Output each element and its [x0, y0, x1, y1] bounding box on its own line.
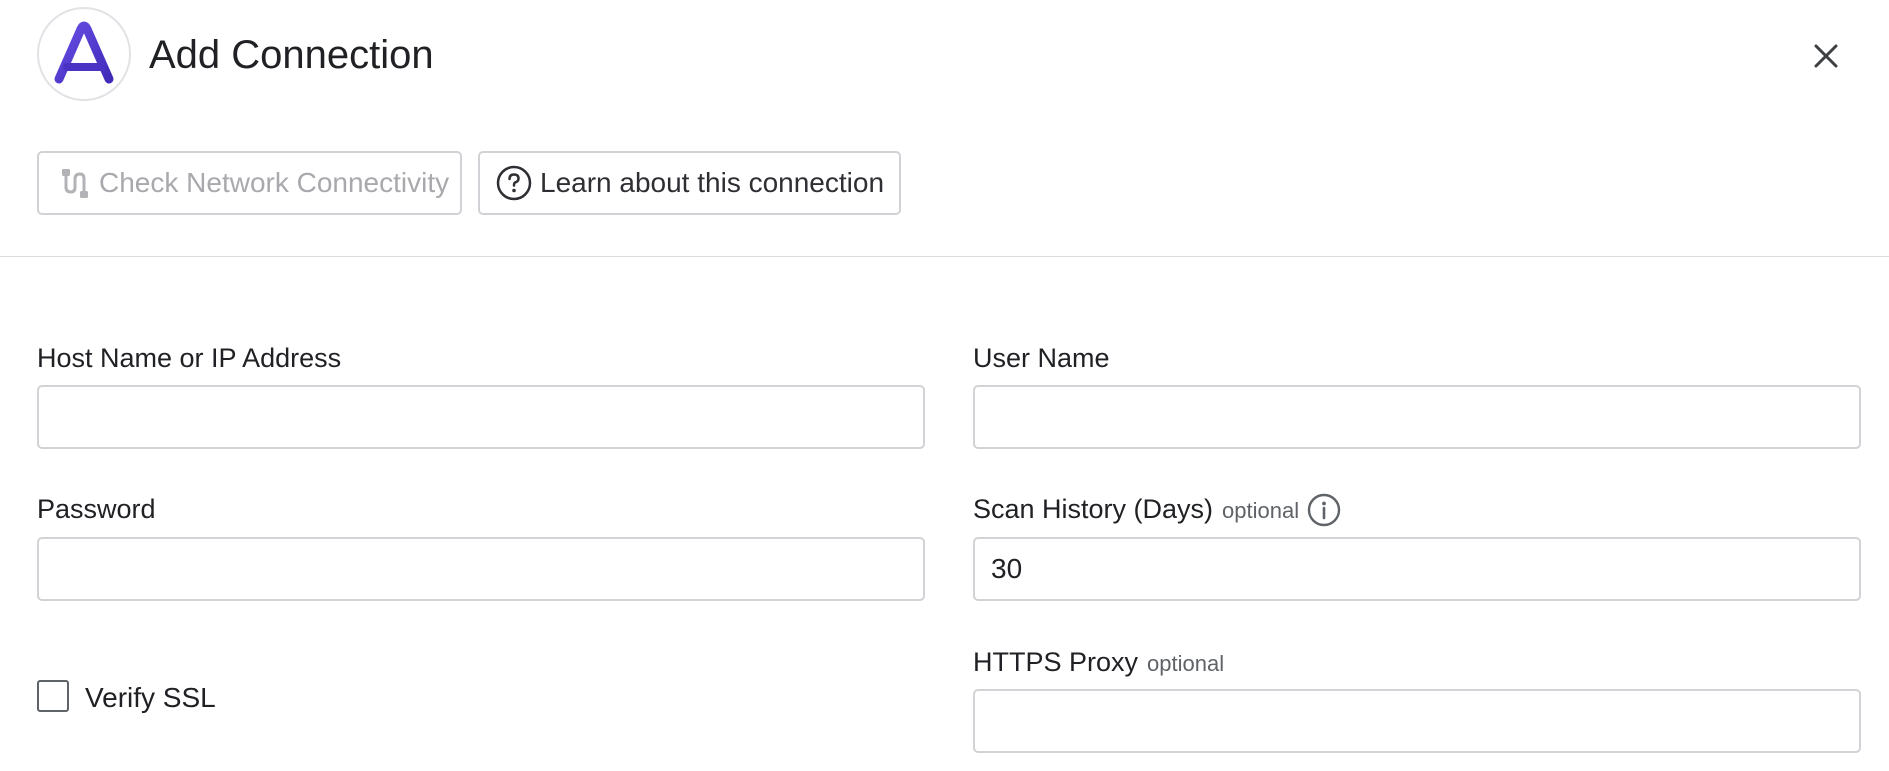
dialog-title: Add Connection [149, 33, 434, 77]
close-icon[interactable] [1806, 36, 1846, 76]
scan-history-optional-tag: optional [1222, 498, 1300, 523]
password-label: Password [37, 492, 156, 526]
user-name-label-text: User Name [973, 343, 1110, 373]
dialog-header: Add Connection [0, 0, 1889, 110]
https-proxy-input[interactable] [973, 689, 1861, 753]
host-name-input[interactable] [37, 385, 925, 449]
verify-ssl-checkbox[interactable] [37, 680, 69, 712]
user-name-label: User Name [973, 341, 1110, 375]
learn-about-connection-button[interactable]: Learn about this connection [478, 151, 901, 215]
verify-ssl-label[interactable]: Verify SSL [85, 680, 216, 716]
adverity-logo-icon [54, 21, 114, 84]
help-question-icon [496, 165, 532, 201]
close-button[interactable] [1806, 36, 1846, 76]
learn-about-connection-label: Learn about this connection [540, 167, 885, 198]
password-input[interactable] [37, 537, 925, 601]
scan-history-label: Scan History (Days) optional [973, 492, 1341, 528]
https-proxy-label: HTTPS Proxy optional [973, 645, 1224, 681]
check-network-connectivity-label: Check Network Connectivity [99, 167, 450, 198]
password-label-text: Password [37, 494, 156, 524]
connector-logo [37, 7, 131, 101]
https-proxy-optional-tag: optional [1147, 651, 1225, 676]
https-proxy-label-text: HTTPS Proxy [973, 647, 1139, 677]
network-plug-icon [55, 165, 91, 201]
scan-history-label-text: Scan History (Days) [973, 494, 1214, 524]
host-name-label: Host Name or IP Address [37, 341, 341, 375]
check-network-connectivity-button[interactable]: Check Network Connectivity [37, 151, 462, 215]
scan-history-input[interactable] [973, 537, 1861, 601]
header-divider [0, 256, 1889, 257]
info-icon[interactable] [1307, 493, 1341, 527]
user-name-input[interactable] [973, 385, 1861, 449]
host-name-label-text: Host Name or IP Address [37, 343, 342, 373]
